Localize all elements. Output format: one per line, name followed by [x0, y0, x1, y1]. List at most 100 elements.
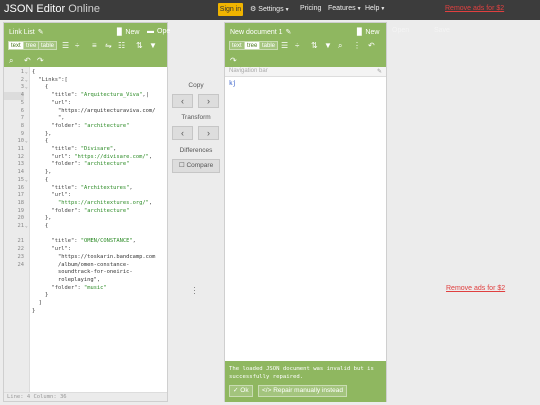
fold-toggle-icon[interactable]: ⌄ [25, 77, 28, 85]
copy-left-button[interactable]: ‹ [172, 94, 193, 108]
app-logo[interactable]: JSON Editor Online [4, 3, 100, 15]
ok-button[interactable]: ✓ Ok [229, 385, 253, 397]
compact-icon[interactable]: ÷ [75, 40, 79, 51]
pencil-icon[interactable]: ✎ [377, 68, 382, 75]
code-line[interactable]: 11 "title": "Divisare", [4, 146, 167, 154]
code-line[interactable]: 2 ⌄ "Links":[ [4, 77, 167, 85]
sort-icon[interactable]: ⇅ [311, 40, 318, 51]
line-number: 4 [4, 92, 24, 100]
pencil-icon[interactable]: ✎ [286, 29, 292, 36]
fold-toggle-icon[interactable]: ⌄ [25, 177, 28, 185]
right-document-title[interactable]: New document 1 ✎ [230, 28, 291, 36]
code-line[interactable]: 21 ⌄ { [4, 223, 167, 231]
collapse-all-icon[interactable]: ÷ [295, 40, 299, 51]
tree-view-content[interactable]: kj [229, 80, 236, 87]
right-mode-table[interactable]: table [259, 41, 279, 50]
code-line[interactable]: 20 }, [4, 215, 167, 223]
redo-icon[interactable]: ↷ [230, 55, 237, 66]
fold-toggle-icon[interactable]: ⌄ [25, 84, 28, 92]
code-text: }, [32, 130, 52, 137]
code-line[interactable]: 5 "url": [4, 100, 167, 108]
help-menu[interactable]: Help▼ [365, 5, 385, 12]
line-number: 22 [17, 246, 25, 253]
new-document-icon: ▉ [117, 29, 123, 36]
signin-button[interactable]: Sign in [218, 3, 243, 16]
code-line[interactable]: 15 ⌄ { [4, 177, 167, 185]
settings-label: Settings [258, 6, 284, 13]
code-line[interactable]: roleplaying", [4, 277, 167, 285]
code-line[interactable]: "folder": "music" [4, 285, 167, 293]
repair-icon[interactable]: ⇋ [105, 40, 112, 51]
left-document-title[interactable]: Link List ✎ [9, 28, 44, 36]
brand-thin: Online [68, 3, 100, 15]
transform-left-button[interactable]: ‹ [172, 126, 193, 140]
transform-right-button[interactable]: › [198, 126, 219, 140]
navigation-bar[interactable]: Navigation bar ✎ [225, 67, 386, 77]
code-line[interactable]: 7 ", [4, 115, 167, 123]
code-line[interactable]: 13 "folder": "architecture" [4, 161, 167, 169]
redo-icon[interactable]: ↷ [37, 55, 44, 66]
line-number: 11 [17, 146, 25, 152]
copy-right-button[interactable]: › [198, 94, 219, 108]
code-line[interactable]: 18 "https://architextures.org/", [4, 200, 167, 208]
drag-handle-icon[interactable]: · · · [193, 283, 196, 298]
code-line[interactable] [4, 231, 167, 239]
left-mode-text[interactable]: text [8, 41, 24, 50]
code-line[interactable]: 12 "url": "https://divisare.com/", [4, 154, 167, 162]
code-line[interactable]: 21 "title": "OMEN/CONSTANCE", [4, 238, 167, 246]
right-mode-tree[interactable]: tree [244, 41, 261, 50]
search-icon[interactable]: ⌕ [9, 55, 13, 66]
code-line[interactable]: ] [4, 300, 167, 308]
code-line[interactable]: 9 }, [4, 131, 167, 139]
repair-manually-button[interactable]: </> Repair manually instead [258, 385, 347, 397]
undo-icon[interactable]: ↶ [24, 55, 31, 66]
left-mode-table[interactable]: table [38, 41, 58, 50]
code-editor[interactable]: 1 ⌄{2 ⌄ "Links":[3 ⌄ {4 "title": "Arquitect… [4, 67, 167, 393]
sort-icon[interactable]: ⇅ [136, 40, 143, 51]
code-line[interactable]: } [4, 308, 167, 316]
fold-toggle-icon[interactable]: ⌄ [25, 138, 28, 146]
code-line[interactable]: 10 ⌄ { [4, 138, 167, 146]
code-line[interactable]: 3 ⌄ { [4, 84, 167, 92]
code-line[interactable]: soundtrack-for-oneiric- [4, 269, 167, 277]
settings-menu[interactable]: ⚙ Settings▼ [250, 5, 290, 13]
fold-toggle-icon[interactable]: ⌄ [25, 69, 28, 77]
code-line[interactable]: 1 ⌄ { [4, 69, 167, 77]
fold-toggle-icon[interactable]: ⌄ [25, 223, 28, 231]
code-line[interactable]: 4 "title": "Arquitectura_Viva",| [4, 92, 167, 100]
code-line[interactable]: 16 "title": "Architextures", [4, 185, 167, 193]
code-line[interactable]: 6 "https://arquitecturaviva.com/ [4, 108, 167, 116]
undo-icon[interactable]: ↶ [368, 40, 375, 51]
filter-icon[interactable]: ▼ [149, 40, 157, 51]
chevron-right-icon: › [207, 96, 210, 106]
expand-all-icon[interactable]: ☰ [281, 40, 288, 51]
remove-ads-side-link[interactable]: Remove ads for $2 [446, 285, 505, 292]
compare-button[interactable]: ☐ Compare [172, 159, 220, 173]
left-mode-tree[interactable]: tree [23, 41, 40, 50]
code-text: "https://toskarin.bandcamp.com [32, 253, 156, 260]
more-vertical-icon[interactable]: ⋮ [353, 40, 361, 51]
remove-ads-link[interactable]: Remove ads for $2 [445, 5, 504, 12]
pencil-icon[interactable]: ✎ [38, 29, 44, 36]
left-new-button[interactable]: ▉ New [117, 28, 139, 36]
code-line[interactable]: 23 "https://toskarin.bandcamp.com [4, 254, 167, 262]
code-line[interactable]: 17 "url": [4, 192, 167, 200]
right-new-button[interactable]: ▉ New [357, 28, 379, 36]
sort-keys-icon[interactable]: ≡ [92, 40, 97, 51]
left-new-label: New [125, 29, 140, 36]
code-line[interactable]: 19 "folder": "architecture" [4, 208, 167, 216]
filter-icon[interactable]: ▼ [324, 40, 332, 51]
code-line[interactable]: 22 "url": [4, 246, 167, 254]
pricing-link[interactable]: Pricing [300, 5, 321, 12]
search-icon[interactable]: ⌕ [338, 40, 342, 51]
code-line[interactable]: 14 }, [4, 169, 167, 177]
right-mode-text[interactable]: text [229, 41, 245, 50]
navigation-bar-placeholder: Navigation bar [229, 68, 268, 74]
indent-icon[interactable]: ☷ [118, 40, 125, 51]
left-open-button[interactable]: ▬ Ope [147, 28, 170, 35]
code-line[interactable]: 24 /album/omen-constance- [4, 262, 167, 270]
code-line[interactable]: } [4, 292, 167, 300]
format-icon[interactable]: ☰ [62, 40, 69, 51]
code-line[interactable]: 8 "folder": "architecture" [4, 123, 167, 131]
features-menu[interactable]: Features▼ [328, 5, 362, 12]
